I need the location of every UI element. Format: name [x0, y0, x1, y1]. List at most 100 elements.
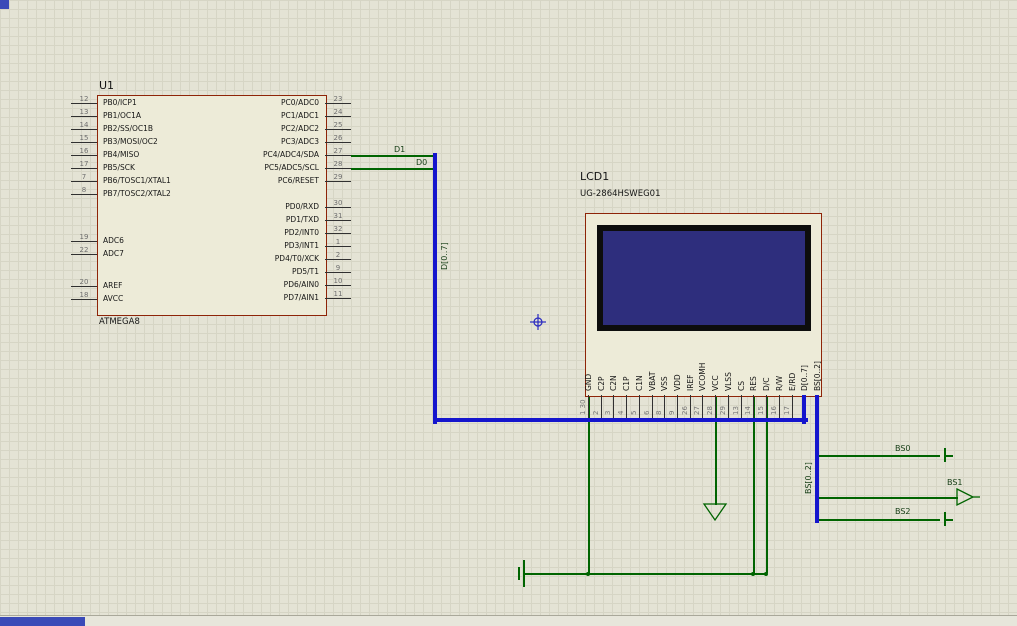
pin-number: 2 — [326, 251, 350, 259]
bs-bus-vertical[interactable] — [815, 395, 819, 523]
wire-d0[interactable] — [351, 168, 435, 170]
pin-number: 27 — [326, 147, 350, 155]
bus-label-bs[interactable]: BS[0..2] — [804, 462, 813, 494]
pin-row: 2 PD4/T0/XCK — [141, 253, 351, 266]
wire-lcd-dc[interactable] — [766, 397, 768, 573]
pin-number: 13 — [72, 108, 96, 116]
pin-name: ADC6 — [103, 236, 124, 246]
battery-short-plate-icon — [518, 567, 520, 580]
pin-stub — [71, 286, 97, 287]
wire-label-bs1[interactable]: BS1 — [947, 478, 963, 487]
pin-row: 26PC3/ADC3 — [141, 136, 351, 149]
pin-row: 23PC0/ADC0 — [141, 97, 351, 110]
pin-stub — [325, 207, 351, 208]
pin-number: 29 — [326, 173, 350, 181]
wire-label-d0[interactable]: D0 — [416, 158, 427, 167]
lcd-ref-label[interactable]: LCD1 — [580, 170, 609, 183]
pin-stub — [71, 129, 97, 130]
pin-stub — [325, 246, 351, 247]
data-bus-lcd-stub[interactable] — [802, 395, 806, 424]
lcd-part-label[interactable]: UG-2864HSWEG01 — [580, 189, 660, 199]
pin-name: AVCC — [103, 294, 123, 304]
wire-d1[interactable] — [351, 155, 435, 157]
pin-name: PB0/ICP1 — [103, 98, 137, 108]
lcd-pin-name: C1N — [635, 375, 644, 391]
lcd-pin-stub — [715, 395, 716, 418]
pin-number: 19 — [72, 233, 96, 241]
pin-row: 28PC5/ADC5/SCL — [141, 162, 351, 175]
pin-stub — [71, 299, 97, 300]
lcd-pin-name: C2P — [597, 376, 606, 391]
pin-stub — [325, 103, 351, 104]
lcd-pin-name: IREF — [686, 375, 695, 391]
lcd-pin-stub — [779, 395, 780, 418]
wire-bs0[interactable] — [819, 455, 940, 457]
origin-marker-icon — [530, 314, 546, 330]
data-bus-horizontal[interactable] — [433, 418, 808, 422]
lcd-pin-number: 16 — [770, 406, 778, 415]
lcd-pin-name: D[0..7] — [800, 365, 809, 391]
pin-name: PB7/TOSC2/XTAL2 — [103, 189, 171, 199]
pin-number: 1 — [326, 238, 350, 246]
lcd-pin-name: R/W — [775, 376, 784, 391]
pin-stub — [325, 168, 351, 169]
lcd-pin-name: VCC — [711, 375, 720, 391]
pin-row: 30PD0/RXD — [141, 201, 351, 214]
lcd-pin-stub — [753, 395, 754, 418]
pin-number: 30 — [326, 199, 350, 207]
wire-bs2[interactable] — [819, 519, 940, 521]
lcd-pin-name: E/RD — [788, 373, 797, 391]
pin-name: PB1/OC1A — [103, 111, 141, 121]
data-bus-vertical[interactable] — [433, 153, 437, 424]
pin-name: PD5/T1 — [292, 267, 319, 277]
lcd-pin-stub — [601, 395, 602, 418]
pin-number: 17 — [72, 160, 96, 168]
pin-row: 32PD2/INT0 — [141, 227, 351, 240]
lcd-pin-number: 14 — [744, 406, 752, 415]
wire-label-d1[interactable]: D1 — [394, 145, 405, 154]
pin-row: 8PB7/TOSC2/XTAL2 — [71, 188, 281, 201]
pin-stub — [325, 181, 351, 182]
terminal-bs2-tail — [946, 519, 953, 521]
u1-part-label[interactable]: ATMEGA8 — [99, 317, 140, 327]
pin-number: 24 — [326, 108, 350, 116]
pin-stub — [71, 155, 97, 156]
wire-label-bs0[interactable]: BS0 — [895, 444, 911, 453]
pin-row: 9PD5/T1 — [141, 266, 351, 279]
input-terminal-icon[interactable] — [956, 488, 982, 506]
battery-long-plate-icon[interactable] — [523, 560, 525, 587]
pin-row: 27 PC4/ADC4/SDA — [141, 149, 351, 162]
pin-stub — [325, 233, 351, 234]
wire-bottom-rail[interactable] — [524, 573, 767, 575]
pin-name: PD1/TXD — [286, 215, 319, 225]
wire-label-bs2[interactable]: BS2 — [895, 507, 911, 516]
pin-stub — [71, 116, 97, 117]
pin-stub — [71, 168, 97, 169]
pin-number: 7 — [72, 173, 96, 181]
wire-bs1[interactable] — [819, 497, 958, 499]
pin-name: PD4/T0/XCK — [275, 254, 319, 264]
pin-name: PB4/MISO — [103, 150, 139, 160]
horizontal-scrollbar[interactable] — [0, 615, 1017, 626]
pin-stub — [71, 241, 97, 242]
horizontal-scrollbar-thumb[interactable] — [0, 617, 85, 626]
pin-number: 32 — [326, 225, 350, 233]
pin-number: 14 — [72, 121, 96, 129]
pin-stub — [325, 129, 351, 130]
pin-name: PC4/ADC4/SDA — [263, 150, 319, 160]
lcd-pin-name: GND — [584, 374, 593, 391]
lcd-pin-stub — [741, 395, 742, 418]
lcd-pin-number: 6 — [643, 411, 651, 415]
wire-lcd-res[interactable] — [753, 397, 755, 573]
pin-name: PD7/AIN1 — [284, 293, 319, 303]
pin-number: 11 — [326, 290, 350, 298]
ground-terminal-icon[interactable] — [703, 503, 728, 523]
lcd-pin-number: 13 — [732, 406, 740, 415]
wire-lcd-gnd[interactable] — [588, 397, 590, 573]
pin-stub — [325, 142, 351, 143]
lcd-pin-stub — [766, 395, 767, 418]
lcd-pin-stub — [652, 395, 653, 418]
bus-label-d[interactable]: D[0..7] — [440, 242, 449, 270]
u1-ref-label[interactable]: U1 — [99, 79, 114, 92]
lcd-pin-name: CS — [737, 381, 746, 391]
